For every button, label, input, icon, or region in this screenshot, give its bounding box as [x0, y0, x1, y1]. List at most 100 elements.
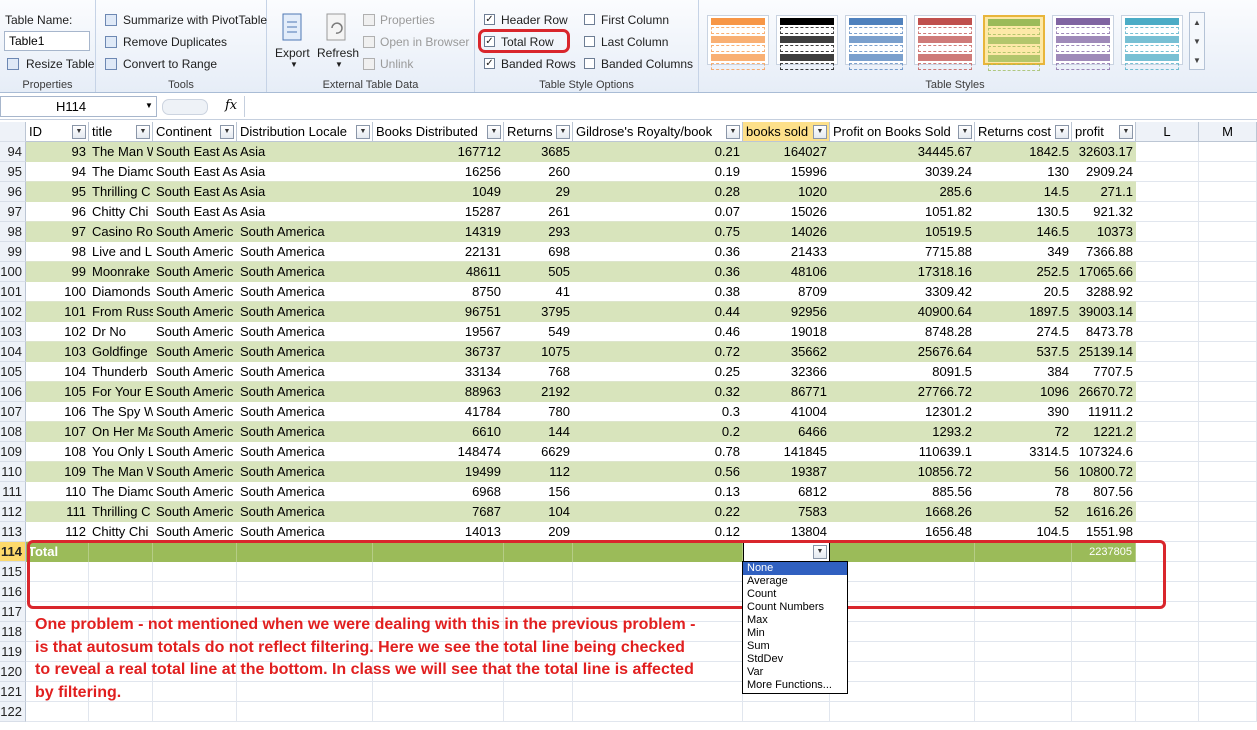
empty-cell[interactable] [1136, 502, 1199, 522]
empty-cell[interactable] [1199, 442, 1257, 462]
table-cell[interactable]: South East As [153, 202, 237, 222]
empty-cell[interactable] [1072, 662, 1136, 682]
table-cell[interactable]: 1842.5 [975, 142, 1072, 162]
table-cell[interactable]: 1049 [373, 182, 504, 202]
table-cell[interactable]: 13804 [743, 522, 830, 542]
dropdown-item[interactable]: None [743, 562, 847, 575]
table-cell[interactable]: Asia [237, 142, 373, 162]
empty-cell[interactable] [830, 702, 975, 722]
table-cell[interactable]: 384 [975, 362, 1072, 382]
empty-cell[interactable] [1199, 322, 1257, 342]
table-cell[interactable]: Casino Ro [89, 222, 153, 242]
table-cell[interactable]: 209 [504, 522, 573, 542]
table-cell[interactable]: 0.44 [573, 302, 743, 322]
table-cell[interactable]: 92956 [743, 302, 830, 322]
table-cell[interactable]: South America [237, 282, 373, 302]
empty-cell[interactable] [975, 682, 1072, 702]
dropdown-item[interactable]: Average [743, 575, 847, 588]
empty-cell[interactable] [1199, 282, 1257, 302]
table-cell[interactable]: 260 [504, 162, 573, 182]
empty-cell[interactable] [1136, 262, 1199, 282]
empty-cell[interactable] [1136, 422, 1199, 442]
table-cell[interactable]: 39003.14 [1072, 302, 1136, 322]
row-number[interactable]: 105 [0, 362, 26, 382]
table-name-input[interactable] [4, 31, 90, 51]
empty-cell[interactable] [1199, 562, 1257, 582]
empty-cell[interactable] [1136, 662, 1199, 682]
properties-button[interactable]: Properties [380, 13, 435, 27]
table-cell[interactable]: South Americ [153, 242, 237, 262]
empty-cell[interactable] [975, 662, 1072, 682]
table-cell[interactable]: 2192 [504, 382, 573, 402]
table-cell[interactable]: 8473.78 [1072, 322, 1136, 342]
dropdown-item[interactable]: Count [743, 588, 847, 601]
table-cell[interactable]: Moonrake [89, 262, 153, 282]
table-cell[interactable]: South Americ [153, 402, 237, 422]
table-cell[interactable]: 0.07 [573, 202, 743, 222]
table-cell[interactable]: 807.56 [1072, 482, 1136, 502]
table-cell[interactable]: 48106 [743, 262, 830, 282]
table-cell[interactable]: South America [237, 302, 373, 322]
table-cell[interactable]: 8748.28 [830, 322, 975, 342]
empty-cell[interactable] [1199, 362, 1257, 382]
row-number[interactable]: 94 [0, 142, 26, 162]
table-style-thumb[interactable] [776, 15, 838, 70]
table-cell[interactable]: 33134 [373, 362, 504, 382]
empty-cell[interactable] [1136, 482, 1199, 502]
table-cell[interactable]: 48611 [373, 262, 504, 282]
table-cell[interactable]: 3685 [504, 142, 573, 162]
row-number[interactable]: 98 [0, 222, 26, 242]
refresh-button[interactable]: Refresh ▼ [315, 10, 359, 72]
table-cell[interactable]: 10856.72 [830, 462, 975, 482]
table-cell[interactable]: 141845 [743, 442, 830, 462]
table-cell[interactable]: 10800.72 [1072, 462, 1136, 482]
table-cell[interactable]: 293 [504, 222, 573, 242]
empty-cell[interactable] [1199, 142, 1257, 162]
table-style-thumb[interactable] [983, 15, 1045, 71]
table-cell[interactable]: 6466 [743, 422, 830, 442]
table-cell[interactable]: 105 [26, 382, 89, 402]
table-cell[interactable]: 93 [26, 142, 89, 162]
empty-cell[interactable] [1199, 582, 1257, 602]
row-number[interactable]: 121 [0, 682, 26, 702]
table-cell[interactable]: 0.2 [573, 422, 743, 442]
table-cell[interactable]: South Americ [153, 522, 237, 542]
table-cell[interactable]: 1668.26 [830, 502, 975, 522]
row-number[interactable]: 111 [0, 482, 26, 502]
empty-cell[interactable] [1136, 442, 1199, 462]
table-cell[interactable]: 104 [26, 362, 89, 382]
empty-cell[interactable] [1136, 242, 1199, 262]
table-cell[interactable]: South Americ [153, 482, 237, 502]
table-cell[interactable]: 130 [975, 162, 1072, 182]
filter-dropdown-icon[interactable]: ▼ [356, 125, 370, 139]
row-number[interactable]: 103 [0, 322, 26, 342]
gallery-scroll[interactable]: ▲ ▼ ▼ [1189, 12, 1205, 70]
table-cell[interactable]: South America [237, 262, 373, 282]
row-number[interactable]: 107 [0, 402, 26, 422]
table-cell[interactable]: 72 [975, 422, 1072, 442]
filter-dropdown-icon[interactable]: ▼ [220, 125, 234, 139]
dropdown-item[interactable]: Var [743, 666, 847, 679]
table-cell[interactable]: 780 [504, 402, 573, 422]
empty-cell[interactable] [1199, 162, 1257, 182]
table-cell[interactable]: 390 [975, 402, 1072, 422]
filter-dropdown-icon[interactable]: ▼ [1055, 125, 1069, 139]
table-cell[interactable]: 19499 [373, 462, 504, 482]
table-cell[interactable]: South Americ [153, 282, 237, 302]
banded-rows-checkbox[interactable]: ✓ [484, 58, 495, 69]
row-number[interactable]: 113 [0, 522, 26, 542]
table-cell[interactable]: 0.22 [573, 502, 743, 522]
table-cell[interactable]: 29 [504, 182, 573, 202]
table-cell[interactable]: 164027 [743, 142, 830, 162]
table-cell[interactable]: South America [237, 402, 373, 422]
table-cell[interactable]: 7707.5 [1072, 362, 1136, 382]
table-cell[interactable]: 15996 [743, 162, 830, 182]
table-cell[interactable]: 1096 [975, 382, 1072, 402]
table-cell[interactable]: 0.38 [573, 282, 743, 302]
empty-cell[interactable] [830, 622, 975, 642]
table-cell[interactable]: Goldfinge [89, 342, 153, 362]
table-cell[interactable]: 0.3 [573, 402, 743, 422]
dropdown-item[interactable]: Sum [743, 640, 847, 653]
table-cell[interactable]: From Russ [89, 302, 153, 322]
empty-cell[interactable] [743, 702, 830, 722]
